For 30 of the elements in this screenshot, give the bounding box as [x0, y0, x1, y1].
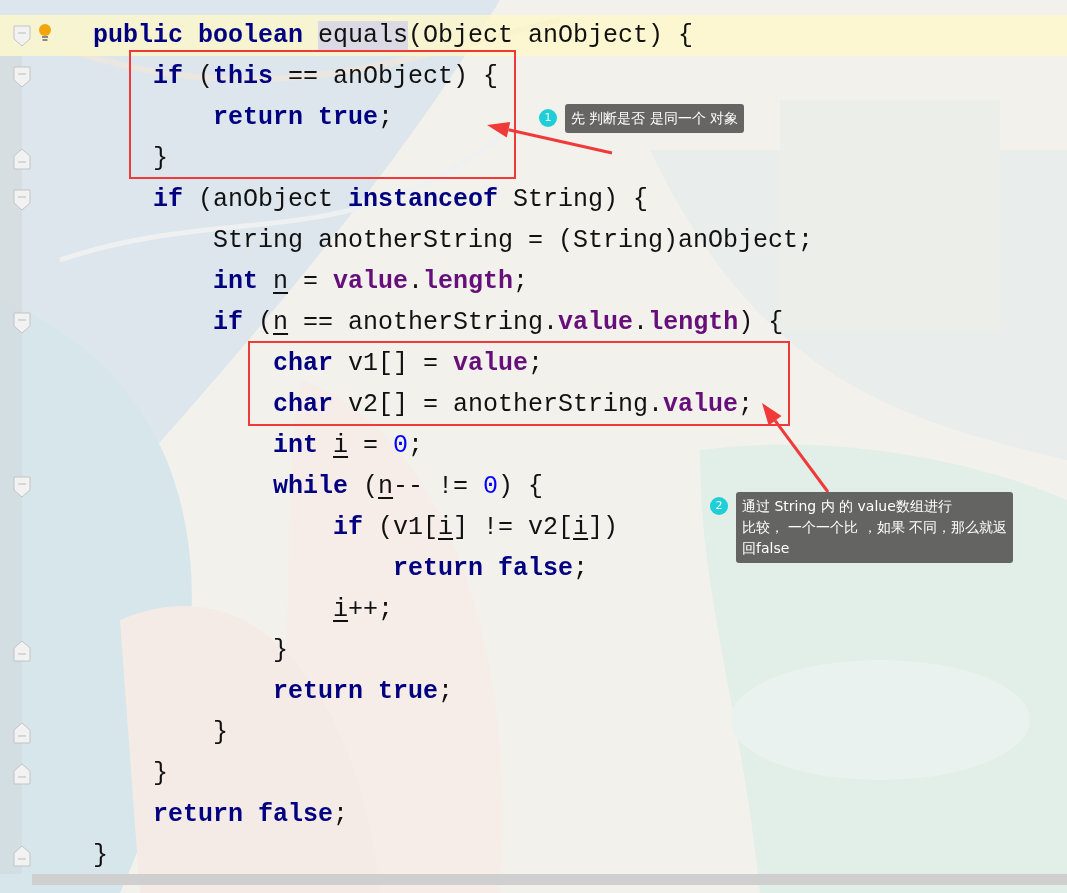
code-line: while (n-- != 0) { [273, 471, 544, 502]
collapse-icon[interactable] [13, 24, 31, 47]
collapse-icon[interactable] [13, 65, 31, 88]
code-line: int n = value.length; [213, 266, 529, 297]
horizontal-scrollbar[interactable] [32, 874, 1067, 885]
code-line: return true; [213, 102, 394, 133]
code-line: if (v1[i] != v2[i]) [333, 512, 619, 543]
code-line: i++; [333, 594, 394, 625]
code-line: return false; [393, 553, 589, 584]
code-line: public boolean equals(Object anObject) { [93, 20, 694, 51]
annotation-tooltip: 通过 String 内 的 value数组进行 比较， 一个一个比 ，如果 不同，那么就返 回false [736, 492, 1014, 563]
lightbulb-icon[interactable] [38, 23, 52, 43]
code-line: if (anObject instanceof String) { [153, 184, 649, 215]
code-line: if (n == anotherString.value.length) { [213, 307, 784, 338]
code-line: int i = 0; [273, 430, 424, 461]
code-line: String anotherString = (String)anObject; [213, 225, 814, 256]
collapse-icon[interactable] [13, 188, 31, 211]
code-line: if (this == anObject) { [153, 61, 499, 92]
code-line: char v1[] = value; [273, 348, 544, 379]
code-line: } [93, 840, 108, 871]
code-line: } [213, 717, 228, 748]
collapse-icon[interactable] [13, 311, 31, 334]
annotation-tooltip: 先 判断是否 是同一个 对象 [565, 104, 745, 133]
code-line: } [273, 635, 288, 666]
code-line: return false; [153, 799, 349, 830]
collapse-icon[interactable] [13, 475, 31, 498]
code-line: } [153, 143, 168, 174]
code-line: char v2[] = anotherString.value; [273, 389, 754, 420]
code-line: return true; [273, 676, 454, 707]
code-line: } [153, 758, 168, 789]
